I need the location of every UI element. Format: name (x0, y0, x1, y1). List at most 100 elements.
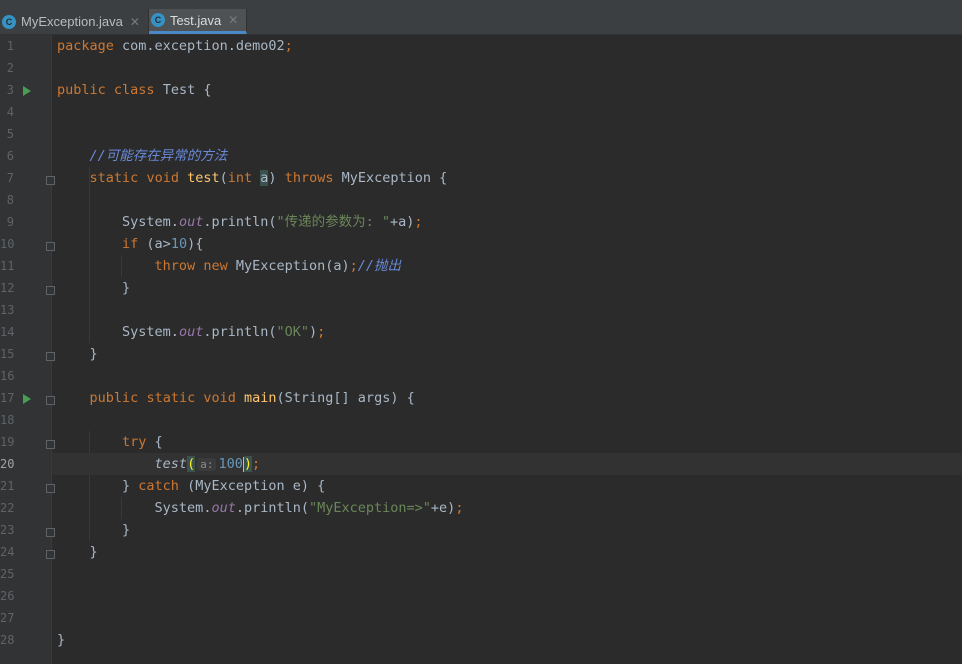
code-line-3[interactable]: public class Test { (52, 79, 962, 101)
code-text: (String[] args) { (276, 390, 415, 406)
line-number: 23 (0, 523, 15, 537)
keyword: catch (138, 478, 179, 494)
field: out (211, 500, 236, 516)
keyword: int (227, 170, 253, 186)
tab-label: Test.java (169, 12, 222, 28)
tab-myexception-java[interactable]: C MyException.java ✕ (0, 9, 149, 34)
line-number: 16 (0, 369, 15, 383)
code-line-22[interactable]: System.out.println("MyException=>"+e); (52, 497, 962, 519)
line-number: 24 (0, 545, 15, 559)
line-number: 2 (6, 61, 14, 75)
code-text: +a) (390, 214, 415, 230)
keyword: if (122, 236, 139, 252)
close-icon[interactable]: ✕ (228, 13, 238, 27)
code-line-12[interactable]: } (52, 277, 962, 299)
keyword: try (122, 434, 147, 450)
code-text: } (122, 478, 139, 494)
class-name: Test { (154, 82, 212, 98)
keyword: throws (284, 170, 334, 186)
code-text: } (89, 544, 98, 560)
semicolon: ; (284, 38, 293, 54)
line-number: 15 (0, 347, 15, 361)
code-text: } (57, 632, 66, 648)
code-line-21[interactable]: } catch (MyException e) { (52, 475, 962, 497)
number-literal: 100 (218, 456, 243, 472)
keyword: static (146, 390, 196, 406)
code-line-10[interactable]: if (a>10){ (52, 233, 962, 255)
line-number: 19 (0, 435, 15, 449)
code-line-14[interactable]: System.out.println("OK"); (52, 321, 962, 343)
string-literal: "传递的参数为: " (276, 214, 390, 230)
paren: ) (268, 170, 277, 186)
code-line-17[interactable]: public static void main(String[] args) { (52, 387, 962, 409)
code-text: } (122, 522, 131, 538)
string-literal: "OK" (276, 324, 309, 340)
keyword: void (146, 170, 179, 186)
keyword: class (113, 82, 155, 98)
code-text: System. (122, 214, 179, 230)
code-text: (a> (138, 236, 171, 252)
code-text: ) (309, 324, 318, 340)
line-number: 18 (0, 413, 15, 427)
field: out (178, 214, 204, 230)
line-number: 4 (6, 105, 14, 119)
keyword: package (57, 38, 114, 54)
code-editor[interactable]: 1 2 3 4 5 6 7 8 9 10 11 12 13 14 15 16 1… (0, 35, 962, 664)
code-line-9[interactable]: System.out.println("传递的参数为: "+a); (52, 211, 962, 233)
code-line-23[interactable]: } (52, 519, 962, 541)
code-line-19[interactable]: try { (52, 431, 962, 453)
line-number: 3 (6, 83, 14, 97)
code-line-24[interactable]: } (52, 541, 962, 563)
comment: //可能存在异常的方法 (89, 148, 228, 164)
run-main-icon[interactable] (23, 394, 31, 404)
line-number: 12 (0, 281, 15, 295)
code-line-7[interactable]: static void test(int a) throws MyExcepti… (52, 167, 962, 189)
code-line-6[interactable]: //可能存在异常的方法 (52, 145, 962, 167)
line-number: 11 (0, 259, 15, 273)
code-text: +e) (430, 500, 456, 516)
line-number: 28 (0, 633, 15, 647)
code-line-28[interactable]: } (52, 629, 962, 651)
method-call: test (154, 456, 188, 472)
tab-test-java[interactable]: C Test.java ✕ (148, 9, 248, 34)
semicolon: ; (455, 500, 464, 516)
keyword: public (89, 390, 139, 406)
line-number: 27 (0, 611, 15, 625)
code-text: MyException { (333, 170, 448, 186)
line-number: 7 (6, 171, 14, 185)
line-number: 17 (0, 391, 15, 405)
paren-match: ) (243, 456, 252, 472)
keyword: public (57, 82, 106, 98)
code-line-15[interactable]: } (52, 343, 962, 365)
number-literal: 10 (170, 236, 188, 252)
run-class-icon[interactable] (23, 86, 31, 96)
code-text: .println( (203, 324, 277, 340)
code-text: System. (154, 500, 212, 516)
code-line-1[interactable]: package com.exception.demo02; (52, 35, 962, 57)
java-class-icon: C (2, 14, 16, 29)
paren-match: ( (187, 456, 196, 472)
comment: //抛出 (357, 258, 402, 274)
code-line-20-current[interactable]: test(a: 100); (52, 453, 962, 475)
line-number-current: 20 (0, 457, 15, 471)
parameter-hint: a: (197, 458, 217, 471)
code-text: } (89, 346, 98, 362)
line-number: 25 (0, 567, 15, 581)
semicolon: ; (349, 258, 358, 274)
keyword: throw (154, 258, 196, 274)
code-text: .println( (235, 500, 309, 516)
code-line-11[interactable]: throw new MyException(a);//抛出 (52, 255, 962, 277)
code-text: ){ (187, 236, 204, 252)
semicolon: ; (317, 324, 326, 340)
editor-tab-bar: C MyException.java ✕ C Test.java ✕ (0, 9, 962, 35)
code-area[interactable]: package com.exception.demo02; public cla… (52, 35, 962, 664)
field: out (178, 324, 204, 340)
keyword: static (89, 170, 139, 186)
code-text: MyException(a) (227, 258, 350, 274)
close-icon[interactable]: ✕ (130, 15, 140, 29)
paren: ( (219, 170, 228, 186)
window-top-strip (0, 0, 962, 9)
code-text: .println( (203, 214, 277, 230)
line-number: 21 (0, 479, 15, 493)
line-number: 10 (0, 237, 15, 251)
